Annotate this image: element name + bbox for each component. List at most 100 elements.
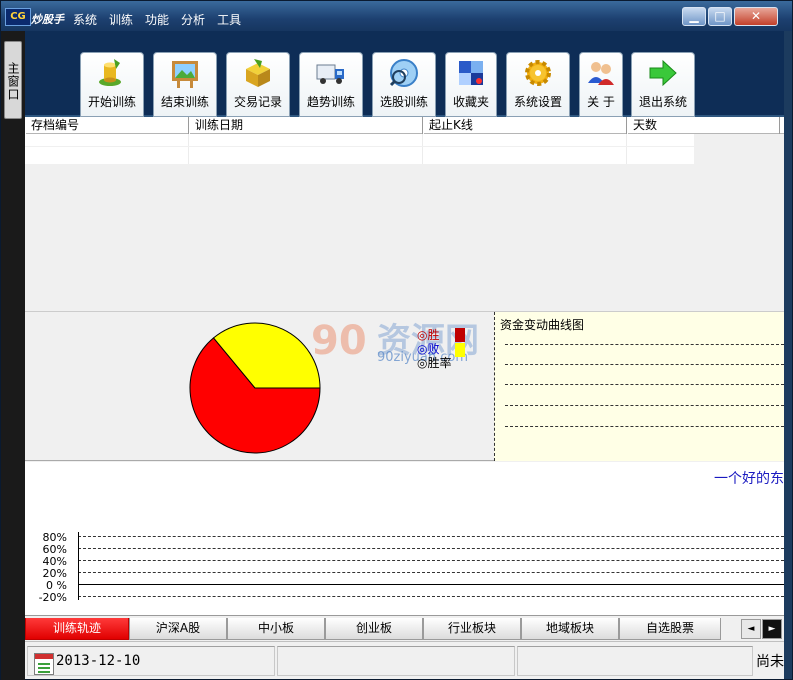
left-tab-bar: 主窗口 [1,31,25,680]
menu-function[interactable]: 功能 [145,11,169,28]
green-arrow-icon [649,59,677,87]
chart-zero-line [78,584,784,585]
start-training-button[interactable]: 开始训练 [80,52,144,117]
box-icon [246,59,270,87]
market-tab-bar: 训练轨迹 沪深A股 中小板 创业板 行业板块 地域板块 自选股票 ◄ ► [25,615,784,641]
system-settings-button[interactable]: 系统设置 [506,52,570,117]
tab-scroll-left-button[interactable]: ◄ [741,619,761,639]
menu-bar: 系统 训练 功能 分析 工具 [73,11,241,28]
tab-watchlist[interactable]: 自选股票 [619,618,721,640]
tool-label: 开始训练 [87,95,136,109]
y-tick-label: 0 % [46,579,67,592]
fund-gridline [505,384,784,385]
menu-tools[interactable]: 工具 [217,11,241,28]
chart-gridline [78,572,784,573]
coins-icon [99,59,121,86]
tab-shanghai-shenzhen-a[interactable]: 沪深A股 [129,618,227,640]
puzzle-icon [459,61,483,85]
tab-scroll-right-button[interactable]: ► [762,619,782,639]
fund-curve-title: 资金变动曲线图 [500,318,585,332]
menu-system[interactable]: 系统 [73,11,97,28]
maximize-button[interactable]: □ [708,7,732,26]
gear-icon [525,60,551,86]
grid-header: 存档编号 训练日期 起止K线 天数 [25,117,784,134]
tool-label: 系统设置 [513,95,562,109]
tool-label: 收藏夹 [452,95,489,109]
grid-cell [423,134,627,164]
tool-label: 选股训练 [379,95,428,109]
legend-lose-swatch [455,343,465,357]
column-header-kline-range[interactable]: 起止K线 [423,117,627,134]
close-button[interactable]: ✕ [734,7,778,26]
grid-cell [25,134,189,164]
tool-label: 退出系统 [638,95,687,109]
tab-region-sector[interactable]: 地域板块 [521,618,619,640]
y-tick-label: 80% [42,531,67,544]
fund-gridline [505,405,784,406]
trade-records-button[interactable]: 交易记录 [226,52,290,117]
column-header-training-date[interactable]: 训练日期 [189,117,423,134]
legend-win: ◎胜 [417,328,440,342]
scrolling-slogan: 一个好的东 [714,471,784,487]
stock-selection-training-button[interactable]: 选股训练 [372,52,436,117]
magnifier-disc-icon [389,59,418,87]
status-right-text: 尚未 [756,654,784,670]
truck-icon [316,64,344,84]
tab-industry-sector[interactable]: 行业板块 [423,618,521,640]
grid-body[interactable] [25,134,694,164]
legend-lose: ◎败 [417,342,440,356]
tool-label: 关 于 [587,95,615,109]
grid-row-divider [25,146,694,147]
minimize-button[interactable]: ▁ [682,7,706,26]
tab-growth-board[interactable]: 创业板 [325,618,423,640]
title-bar: CG 炒股手 系统 训练 功能 分析 工具 ▁ □ ✕ [1,1,792,31]
menu-training[interactable]: 训练 [109,11,133,28]
main-panel: 存档编号 训练日期 起止K线 天数 90 资源网 90ziyuan.com ◎胜 [25,117,784,615]
toolbar: 开始训练 结束训练 交易记录 趋势训练 选股训练 收藏夹 系统设置 关 于 退出… [25,31,784,117]
y-tick-label: 40% [42,555,67,568]
menu-analysis[interactable]: 分析 [181,11,205,28]
chart-y-axis [78,532,79,600]
window-controls: ▁ □ ✕ [682,7,778,26]
y-tick-label: -20% [38,591,67,604]
tool-label: 趋势训练 [306,95,355,109]
y-tick-label: 60% [42,543,67,556]
status-cell [277,646,515,676]
app-name: 炒股手 [31,13,64,26]
people-icon [588,62,614,85]
fund-gridline [505,364,784,365]
tool-label: 交易记录 [233,95,282,109]
tab-training-track[interactable]: 训练轨迹 [25,618,129,640]
status-date-cell: 2013-12-10 [27,646,275,676]
status-cell [517,646,753,676]
training-track-chart: 一个好的东 80% 60% 40% 20% 0 % -20% [25,462,784,615]
legend-win-swatch [455,328,465,342]
exit-system-button[interactable]: 退出系统 [631,52,695,117]
column-header-days[interactable]: 天数 [627,117,780,134]
favorites-button[interactable]: 收藏夹 [445,52,497,117]
main-window: CG 炒股手 系统 训练 功能 分析 工具 ▁ □ ✕ 主窗口 开始训练 结束训… [0,0,793,680]
status-bar: 2013-12-10 尚未 [25,641,784,679]
svg-text:90: 90 [311,318,367,364]
y-tick-label: 20% [42,567,67,580]
grid-cell [189,134,423,164]
trend-training-button[interactable]: 趋势训练 [299,52,363,117]
end-training-button[interactable]: 结束训练 [153,52,217,117]
stats-panel: 90 资源网 90ziyuan.com ◎胜 ◎败 ◎胜率 资金变动曲线图 [25,311,784,461]
column-header-archive-id[interactable]: 存档编号 [25,117,189,134]
about-button[interactable]: 关 于 [579,52,623,117]
app-logo-icon: CG [5,8,31,26]
tab-sme-board[interactable]: 中小板 [227,618,325,640]
chart-gridline [78,596,784,597]
status-date: 2013-12-10 [56,653,141,669]
main-window-tab[interactable]: 主窗口 [4,41,22,119]
fund-gridline [505,344,784,345]
legend-win-rate: ◎胜率 [417,356,452,370]
picture-icon [172,61,198,88]
chart-gridline [78,536,784,537]
fund-curve-panel: 资金变动曲线图 [494,312,784,461]
chart-gridline [78,548,784,549]
chart-gridline [78,560,784,561]
fund-gridline [505,426,784,427]
pie-legend: ◎胜 ◎败 ◎胜率 [417,328,465,370]
